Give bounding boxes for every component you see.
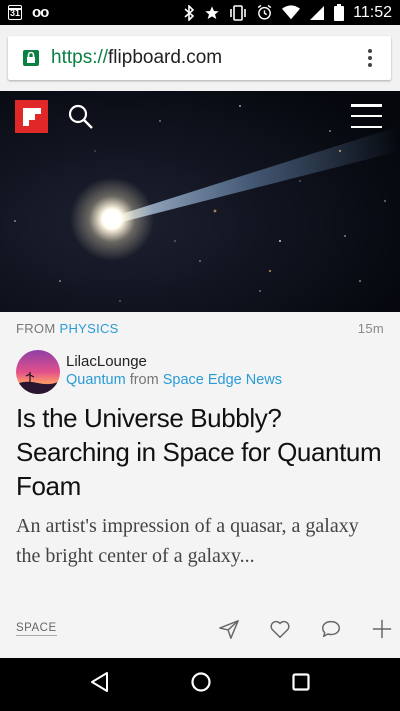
add-icon[interactable]	[370, 617, 394, 641]
calendar-day: 31	[9, 8, 20, 18]
card-footer: SPACE	[16, 612, 392, 646]
article-excerpt[interactable]: An artist's impression of a quasar, a ga…	[16, 511, 386, 571]
comment-icon[interactable]	[319, 617, 343, 641]
url-text[interactable]: https://flipboard.com	[51, 47, 222, 69]
search-icon[interactable]	[67, 103, 95, 131]
source-link[interactable]: Space Edge News	[163, 372, 282, 388]
magazine-link[interactable]: Quantum	[66, 372, 126, 388]
avatar[interactable]	[16, 350, 60, 394]
article-source-row: FROM PHYSICS 15m	[16, 321, 384, 336]
signal-icon	[310, 5, 325, 20]
address-bar[interactable]: https://flipboard.com	[8, 36, 391, 80]
star-icon	[205, 5, 219, 19]
back-icon[interactable]	[89, 671, 111, 698]
hero-image[interactable]	[0, 91, 400, 312]
quasar-image	[0, 91, 400, 312]
share-icon[interactable]	[217, 617, 241, 641]
voicemail-icon: oo	[32, 4, 49, 21]
overflow-menu-icon[interactable]	[359, 47, 381, 69]
wifi-icon	[282, 5, 301, 20]
status-bar: 31 oo 11:52	[0, 0, 400, 25]
author-block: LilacLounge Quantum from Space Edge News	[16, 350, 282, 394]
battery-icon	[334, 4, 345, 21]
alarm-icon	[257, 4, 272, 20]
like-icon[interactable]	[268, 617, 292, 641]
status-time: 11:52	[353, 3, 392, 21]
author-subline: Quantum from Space Edge News	[66, 371, 282, 390]
topic-link[interactable]: PHYSICS	[59, 321, 118, 336]
url-host: flipboard.com	[108, 47, 223, 68]
from-label: FROM	[16, 321, 56, 336]
from-word: from	[129, 372, 159, 388]
bluetooth-icon	[184, 4, 195, 21]
url-scheme: https://	[51, 47, 109, 68]
home-icon[interactable]	[190, 671, 212, 698]
menu-icon[interactable]	[351, 104, 382, 128]
vibrate-icon	[230, 4, 246, 21]
calendar-icon: 31	[8, 5, 22, 20]
browser-toolbar: https://flipboard.com	[0, 25, 400, 91]
recents-icon[interactable]	[291, 672, 311, 697]
lock-icon[interactable]	[20, 47, 42, 69]
section-tag[interactable]: SPACE	[16, 622, 57, 636]
system-navigation-bar	[0, 658, 400, 711]
article-age: 15m	[357, 321, 384, 336]
article-headline[interactable]: Is the Universe Bubbly? Searching in Spa…	[16, 401, 388, 503]
author-name[interactable]: LilacLounge	[66, 352, 282, 371]
flipboard-logo[interactable]	[15, 100, 48, 133]
